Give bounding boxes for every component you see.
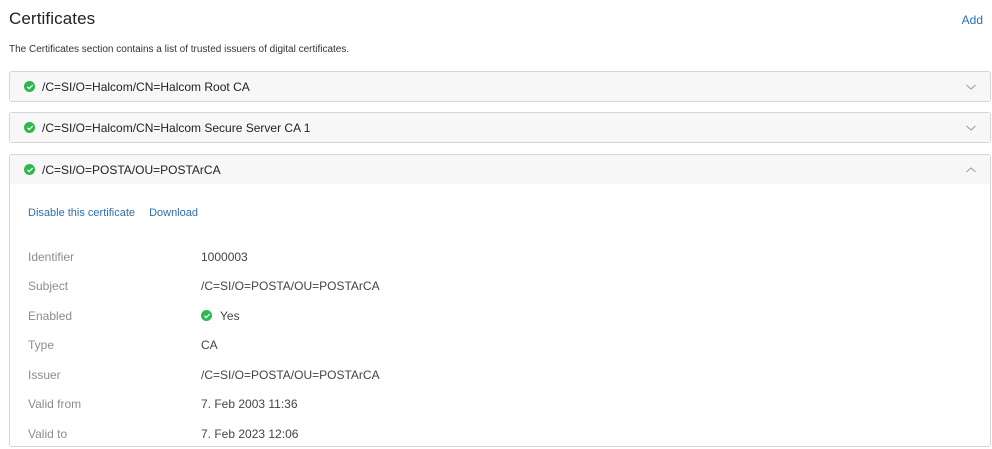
certificate-panel-header[interactable]: /C=SI/O=Halcom/CN=Halcom Secure Server C… <box>10 113 990 142</box>
detail-label: Identifier <box>28 249 75 264</box>
section-description: The Certificates section contains a list… <box>9 44 350 55</box>
enabled-text: Yes <box>220 308 240 323</box>
detail-value: /C=SI/O=POSTA/OU=POSTArCA <box>201 367 380 382</box>
certificate-name: /C=SI/O=Halcom/CN=Halcom Secure Server C… <box>42 120 311 135</box>
detail-value: CA <box>201 338 218 353</box>
certificate-name: /C=SI/O=Halcom/CN=Halcom Root CA <box>42 79 250 94</box>
chevron-up-icon[interactable] <box>964 163 978 177</box>
detail-row-issuer: Issuer /C=SI/O=POSTA/OU=POSTArCA <box>28 360 380 390</box>
certificate-details: Disable this certificate Download Identi… <box>10 184 990 446</box>
detail-row-type: Type CA <box>28 331 380 361</box>
certificate-panel: /C=SI/O=Halcom/CN=Halcom Root CA <box>9 71 991 102</box>
detail-row-valid-to: Valid to 7. Feb 2023 12:06 <box>28 419 380 449</box>
detail-row-enabled: Enabled Yes <box>28 301 380 331</box>
detail-label: Enabled <box>28 308 73 323</box>
detail-value-enabled: Yes <box>201 309 240 323</box>
certificate-panel-header[interactable]: /C=SI/O=Halcom/CN=Halcom Root CA <box>10 72 990 101</box>
certificate-actions: Disable this certificate Download <box>28 207 209 219</box>
chevron-down-icon[interactable] <box>964 80 978 94</box>
detail-row-valid-from: Valid from 7. Feb 2003 11:36 <box>28 390 380 420</box>
certificate-name: /C=SI/O=POSTA/OU=POSTArCA <box>42 162 221 177</box>
page-title: Certificates <box>9 9 96 28</box>
disable-certificate-link[interactable]: Disable this certificate <box>28 207 135 219</box>
certificate-panel-expanded: /C=SI/O=POSTA/OU=POSTArCA Disable this c… <box>9 154 991 447</box>
detail-label: Type <box>28 338 55 353</box>
certificate-panel: /C=SI/O=Halcom/CN=Halcom Secure Server C… <box>9 112 991 143</box>
chevron-down-icon[interactable] <box>964 121 978 135</box>
check-circle-icon <box>24 81 35 92</box>
certificate-panel-header[interactable]: /C=SI/O=POSTA/OU=POSTArCA <box>10 155 990 184</box>
detail-value: /C=SI/O=POSTA/OU=POSTArCA <box>201 279 380 294</box>
detail-row-identifier: Identifier 1000003 <box>28 242 380 272</box>
check-circle-icon <box>24 164 35 175</box>
detail-row-subject: Subject /C=SI/O=POSTA/OU=POSTArCA <box>28 272 380 302</box>
detail-value: 7. Feb 2023 12:06 <box>201 426 299 441</box>
details-list: Identifier 1000003 Subject /C=SI/O=POSTA… <box>28 242 380 449</box>
detail-label: Valid from <box>28 397 82 412</box>
check-circle-icon <box>24 122 35 133</box>
check-circle-icon <box>201 310 212 322</box>
detail-label: Subject <box>28 279 69 294</box>
detail-label: Issuer <box>28 367 61 382</box>
detail-value: 1000003 <box>201 249 248 264</box>
detail-label: Valid to <box>28 426 68 441</box>
detail-value: 7. Feb 2003 11:36 <box>201 397 298 412</box>
add-link[interactable]: Add <box>962 13 983 27</box>
download-link[interactable]: Download <box>149 207 198 219</box>
page-header: Certificates Add <box>9 9 983 29</box>
